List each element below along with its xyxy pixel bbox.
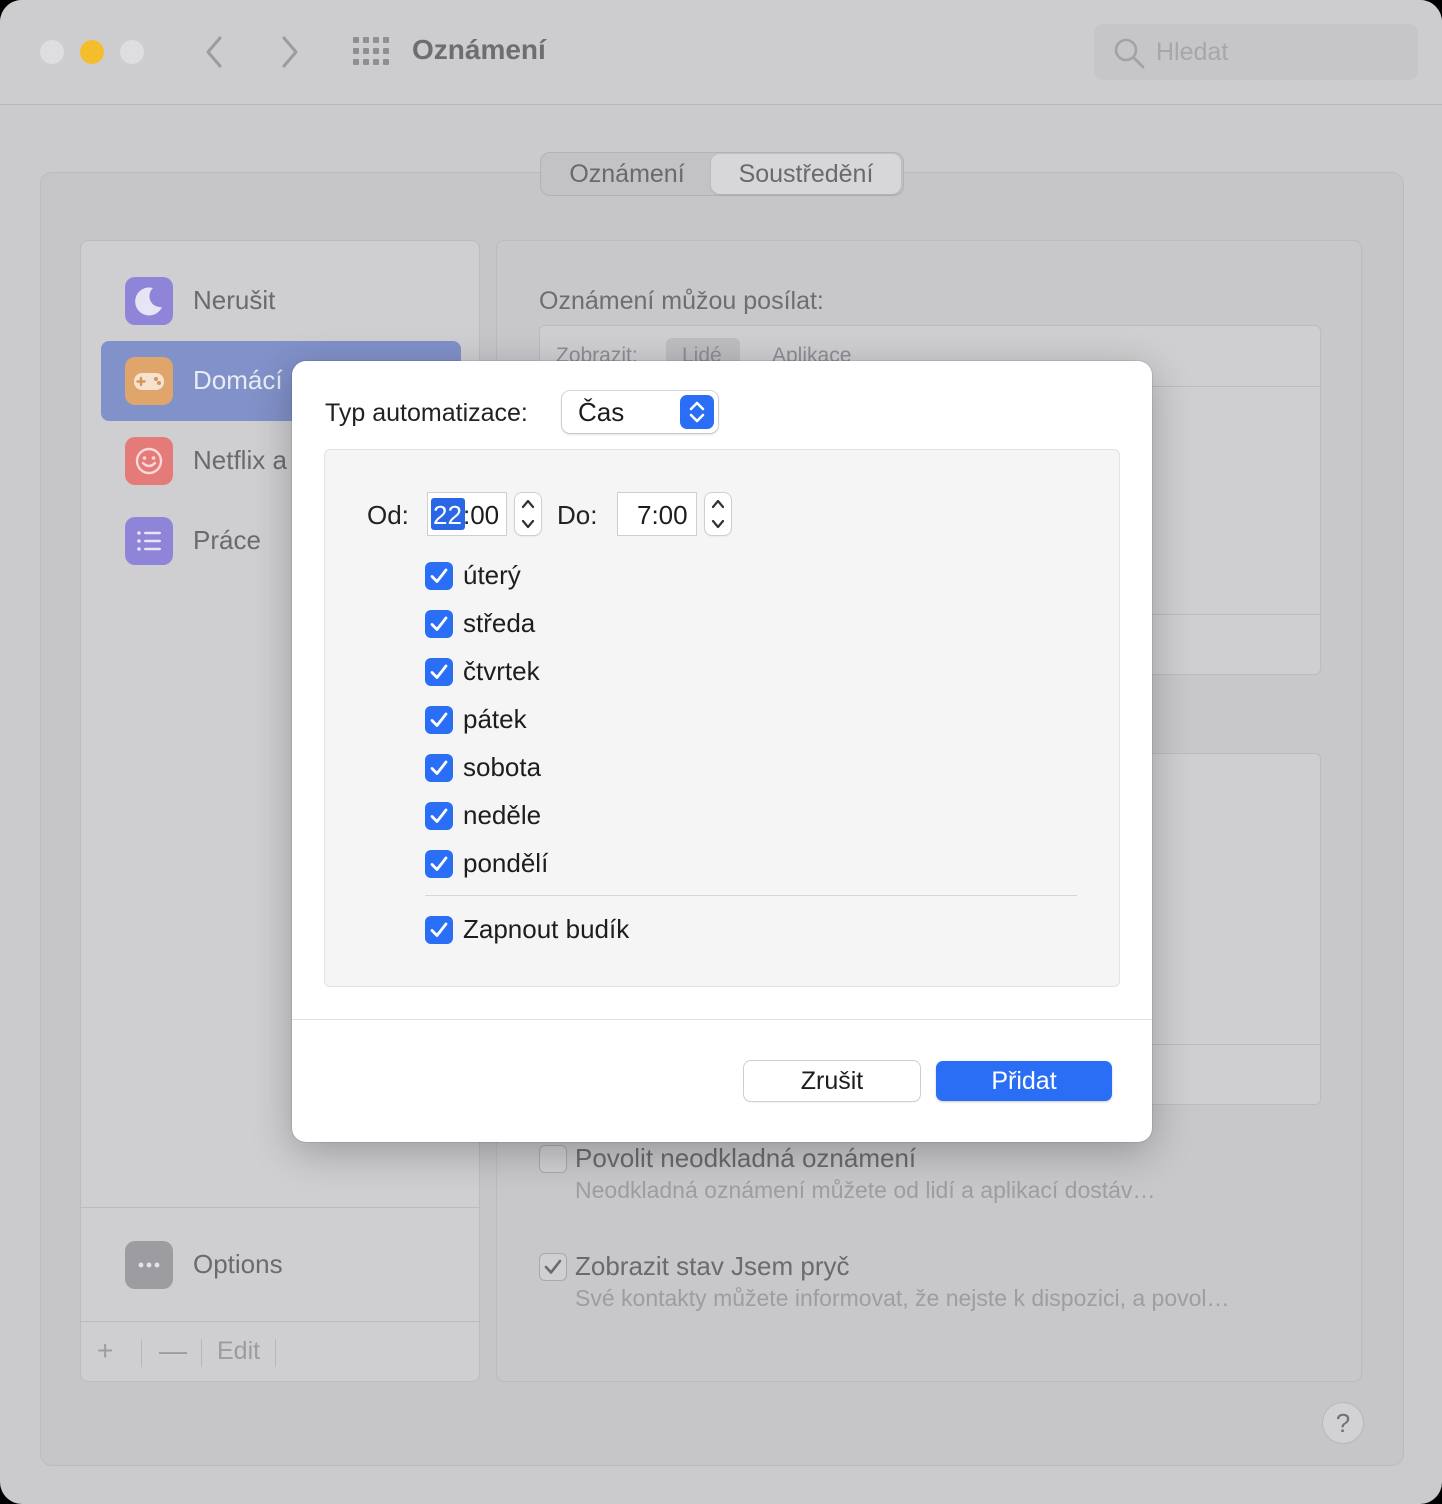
automation-type-value: Čas	[578, 397, 625, 427]
checkbox-checked[interactable]	[425, 610, 453, 638]
day-label: úterý	[463, 560, 521, 590]
segmented-control: Oznámení Soustředění	[540, 152, 904, 196]
moon-icon	[125, 277, 173, 325]
cancel-button[interactable]: Zrušit	[744, 1061, 920, 1101]
automation-type-label: Typ automatizace:	[325, 399, 528, 427]
checkbox-checked[interactable]	[425, 706, 453, 734]
gamepad-icon	[125, 357, 173, 405]
checkbox-checked[interactable]	[425, 754, 453, 782]
away-status-title: Zobrazit stav Jsem pryč	[575, 1251, 850, 1281]
urgent-notifications-checkbox[interactable]	[539, 1145, 567, 1173]
day-label: sobota	[463, 752, 542, 782]
urgent-notifications-title: Povolit neodkladná oznámení	[575, 1143, 917, 1173]
allowed-notifications-heading: Oznámení můžou posílat:	[539, 287, 824, 315]
schedule-box: Od: 22 :00 Do: 7:00 úterý středa čtvrtek…	[324, 449, 1120, 987]
sidebar-divider	[81, 1207, 479, 1208]
from-label: Od:	[367, 500, 409, 530]
checkmark-icon	[430, 616, 448, 631]
to-time-field[interactable]: 7:00	[617, 492, 697, 536]
search-icon	[1114, 38, 1145, 69]
toolbar-separator	[201, 1339, 202, 1367]
sidebar-item-label: Práce	[193, 525, 261, 555]
from-time-field[interactable]: 22 :00	[427, 492, 507, 536]
sidebar-item-label: Netflix a	[193, 445, 287, 475]
checkmark-icon	[430, 856, 448, 871]
to-time[interactable]: 7:00	[637, 500, 688, 531]
tab-oznameni[interactable]: Oznámení	[541, 153, 713, 195]
day-label: čtvrtek	[463, 656, 540, 686]
smiley-icon	[125, 437, 173, 485]
day-label: pondělí	[463, 848, 549, 878]
to-label: Do:	[557, 500, 598, 530]
add-button[interactable]: Přidat	[936, 1061, 1112, 1101]
show-all-grid-button[interactable]	[352, 36, 390, 66]
checkmark-icon	[430, 808, 448, 823]
sidebar-item-label: Domácí	[193, 365, 283, 395]
automation-type-popup[interactable]: Čas	[562, 391, 718, 433]
checkmark-icon	[430, 568, 448, 583]
checkbox-checked[interactable]	[425, 562, 453, 590]
day-label: středa	[463, 608, 536, 638]
search-field[interactable]: Hledat	[1094, 24, 1418, 80]
title-bar: Oznámení Hledat	[0, 0, 1442, 105]
day-label: neděle	[463, 800, 542, 830]
day-label: pátek	[463, 704, 527, 734]
checkmark-icon	[430, 664, 448, 679]
away-status-checkbox[interactable]	[539, 1253, 567, 1281]
close-window-button[interactable]	[40, 40, 64, 64]
toolbar-separator	[141, 1339, 142, 1367]
sidebar-item-label: Nerušit	[193, 285, 276, 315]
search-placeholder: Hledat	[1156, 38, 1229, 66]
alarm-label: Zapnout budík	[463, 914, 630, 944]
schedule-divider	[425, 895, 1077, 896]
sidebar-item-nerusit[interactable]: Nerušit	[101, 261, 461, 341]
tab-soustredeni[interactable]: Soustředění	[711, 153, 901, 195]
back-button[interactable]	[200, 34, 230, 70]
from-hour[interactable]: 22	[433, 500, 462, 531]
forward-button[interactable]	[274, 34, 304, 70]
minimize-window-button[interactable]	[80, 40, 104, 64]
checkmark-icon	[430, 922, 448, 937]
checkmark-icon	[544, 1259, 562, 1274]
add-focus-button[interactable]: +	[97, 1335, 113, 1367]
checkbox-checked[interactable]	[425, 658, 453, 686]
toolbar-separator	[275, 1339, 276, 1367]
urgent-notifications-description: Neodkladná oznámení můžete od lidí a apl…	[575, 1177, 1156, 1203]
zoom-window-button[interactable]	[120, 40, 144, 64]
remove-focus-button[interactable]: —	[159, 1335, 187, 1367]
list-icon	[125, 517, 173, 565]
sidebar-toolbar: + — Edit	[81, 1321, 479, 1381]
help-button[interactable]: ?	[1322, 1402, 1364, 1444]
to-time-stepper[interactable]	[705, 493, 731, 535]
system-preferences-window: Oznámení Hledat Oznámení Soustředění Ner…	[0, 0, 1442, 1504]
sidebar-item-options[interactable]: Options	[101, 1225, 461, 1305]
away-status-description: Své kontakty můžete informovat, že nejst…	[575, 1285, 1230, 1311]
alarm-checkbox[interactable]	[425, 916, 453, 944]
ellipsis-icon	[125, 1241, 173, 1289]
checkbox-checked[interactable]	[425, 850, 453, 878]
dialog-footer-divider	[292, 1019, 1152, 1020]
from-time-stepper[interactable]	[515, 493, 541, 535]
stepper-arrows-icon	[521, 499, 535, 529]
window-title: Oznámení	[412, 34, 546, 65]
checkmark-icon	[430, 712, 448, 727]
from-minutes[interactable]: :00	[463, 500, 499, 531]
stepper-arrows-icon	[711, 499, 725, 529]
up-down-chevron-icon	[680, 395, 714, 429]
checkmark-icon	[430, 760, 448, 775]
chevron-left-icon	[206, 36, 222, 68]
checkbox-checked[interactable]	[425, 802, 453, 830]
grid-icon	[353, 37, 389, 65]
sidebar-item-label: Options	[193, 1249, 283, 1279]
edit-button[interactable]: Edit	[217, 1337, 260, 1366]
automation-dialog: Typ automatizace: Čas Od: 22 :00 Do: 7:0…	[292, 361, 1152, 1142]
chevron-right-icon	[282, 36, 298, 68]
